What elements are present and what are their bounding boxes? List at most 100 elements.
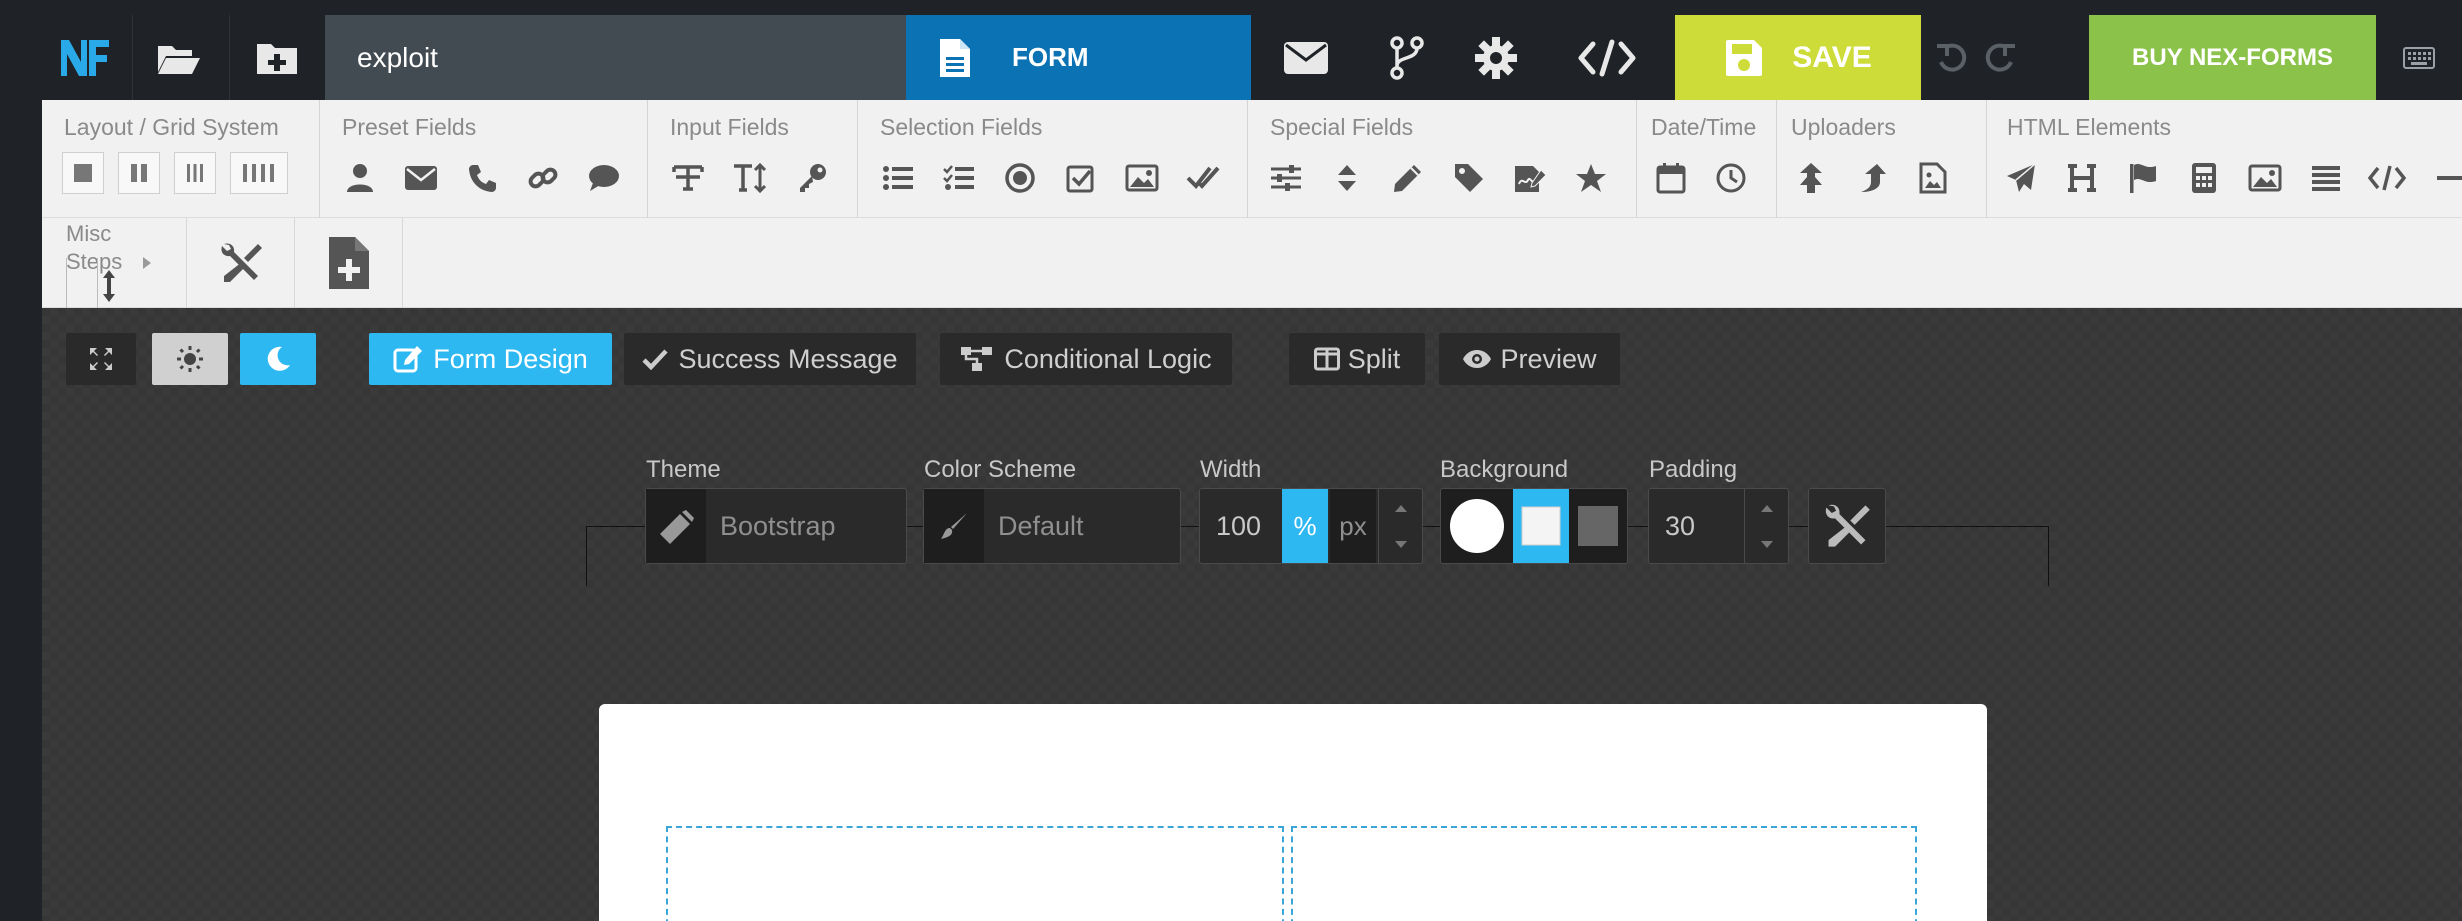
theme-value: Bootstrap (720, 510, 836, 541)
stepper-up-icon[interactable] (1760, 503, 1774, 513)
integrations-button[interactable] (1361, 15, 1453, 100)
add-step-button[interactable] (295, 218, 403, 308)
width-unit-px[interactable]: px (1330, 489, 1376, 563)
keyboard-shortcuts-button[interactable] (2376, 15, 2462, 100)
success-message-button[interactable]: Success Message (624, 333, 916, 385)
background-dark-option[interactable] (1569, 489, 1627, 563)
form-design-button[interactable]: Form Design (369, 333, 612, 385)
double-check-icon[interactable] (1177, 152, 1229, 204)
advanced-settings-button[interactable] (1808, 488, 1886, 564)
checkbox-icon[interactable] (1055, 152, 1107, 204)
grid-3-columns-icon[interactable] (174, 152, 216, 194)
sliders-icon[interactable] (1260, 152, 1312, 204)
picture-icon[interactable] (2239, 152, 2291, 204)
padding-stepper[interactable] (1744, 489, 1788, 563)
theme-select[interactable]: Bootstrap (645, 488, 907, 564)
heading-icon[interactable] (2056, 152, 2108, 204)
text-height-icon[interactable] (724, 152, 776, 204)
width-stepper[interactable] (1378, 489, 1422, 563)
preview-button[interactable]: Preview (1439, 333, 1620, 385)
sun-icon (177, 346, 203, 372)
conditional-logic-button[interactable]: Conditional Logic (940, 333, 1232, 385)
link-icon[interactable] (517, 152, 569, 204)
form-name-field[interactable]: exploit (325, 15, 908, 100)
nexforms-logo[interactable] (40, 15, 130, 100)
padding-input[interactable]: 30 (1648, 488, 1789, 564)
stepper-up-icon[interactable] (1394, 503, 1408, 513)
image-file-icon[interactable] (1907, 152, 1959, 204)
star-rating-icon[interactable] (1565, 152, 1617, 204)
form-column-right[interactable] (1291, 826, 1917, 921)
radio-button-icon[interactable] (994, 152, 1046, 204)
group-selection-fields: Selection Fields (858, 100, 1248, 218)
open-form-button[interactable] (132, 15, 225, 100)
stepper-down-icon[interactable] (1394, 540, 1408, 550)
user-icon[interactable] (334, 152, 386, 204)
group-special-fields: Special Fields (1248, 100, 1637, 218)
pencil-icon[interactable] (1382, 152, 1434, 204)
buy-nexforms-button[interactable]: BUY NEX-FORMS (2089, 15, 2376, 100)
phone-icon[interactable] (456, 152, 508, 204)
dark-mode-button[interactable] (240, 333, 316, 385)
new-form-button[interactable] (229, 15, 323, 100)
light-mode-button[interactable] (152, 333, 228, 385)
wrench-screwdriver-icon (1825, 504, 1870, 547)
theme-label: Theme (646, 456, 721, 483)
calendar-icon[interactable] (1645, 152, 1697, 204)
background-white-option[interactable] (1441, 489, 1513, 563)
key-icon[interactable] (786, 152, 838, 204)
form-column-left[interactable] (666, 826, 1284, 921)
wrench-screwdriver-icon (220, 243, 262, 282)
grid-4-columns-icon[interactable] (230, 152, 288, 194)
multi-upload-icon[interactable] (1785, 152, 1837, 204)
save-button[interactable]: SAVE (1675, 15, 1921, 100)
settings-button[interactable] (1453, 15, 1538, 100)
grid-2-columns-icon[interactable] (118, 152, 160, 194)
tools-button[interactable] (187, 218, 295, 308)
document-icon (940, 38, 970, 77)
moon-icon (267, 346, 290, 371)
embed-code-button[interactable] (1538, 15, 1675, 100)
misc-label-text: Misc (66, 221, 112, 246)
list-icon[interactable] (872, 152, 924, 204)
keyboard-icon (2403, 46, 2435, 69)
color-scheme-select[interactable]: Default (923, 488, 1181, 564)
fullscreen-button[interactable] (66, 333, 136, 385)
field-palette: Layout / Grid System Preset Fields Input… (42, 100, 2462, 218)
checklist-icon[interactable] (933, 152, 985, 204)
stepper-down-icon[interactable] (1760, 540, 1774, 550)
background-light-option[interactable] (1513, 489, 1569, 563)
text-input-icon[interactable] (662, 152, 714, 204)
tag-icon[interactable] (1443, 152, 1495, 204)
calculator-icon[interactable] (2178, 152, 2230, 204)
eye-icon (1463, 350, 1492, 368)
html-code-icon[interactable] (2361, 152, 2413, 204)
undo-icon[interactable] (1935, 42, 1967, 74)
edit-icon (393, 346, 423, 373)
form-preview-area[interactable] (599, 704, 1987, 921)
email-setup-button[interactable] (1251, 15, 1361, 100)
envelope-field-icon[interactable] (395, 152, 447, 204)
width-input[interactable]: 100 % px (1199, 488, 1423, 564)
comment-icon[interactable] (578, 152, 630, 204)
width-unit-percent[interactable]: % (1282, 489, 1328, 563)
redo-icon[interactable] (1985, 42, 2017, 74)
clock-icon[interactable] (1705, 152, 1757, 204)
signature-icon[interactable] (1504, 152, 1556, 204)
split-view-button[interactable]: Split (1289, 333, 1425, 385)
grid-1-column-icon[interactable] (62, 152, 104, 194)
padding-label: Padding (1649, 456, 1738, 483)
image-select-icon[interactable] (1116, 152, 1168, 204)
spinner-icon[interactable] (1321, 152, 1373, 204)
form-builder-canvas: Form Design Success Message Conditional … (42, 308, 2462, 921)
form-tab[interactable]: FORM (906, 15, 1251, 100)
divider-icon[interactable] (2422, 152, 2462, 204)
paragraph-lines-icon[interactable] (2300, 152, 2352, 204)
resize-vertical-icon[interactable] (100, 268, 118, 304)
file-plus-icon (328, 237, 369, 289)
flag-icon[interactable] (2117, 152, 2169, 204)
paper-plane-icon[interactable] (1995, 152, 2047, 204)
caret-right-icon[interactable] (142, 256, 152, 270)
buy-label: BUY NEX-FORMS (2132, 43, 2333, 71)
upload-arrow-icon[interactable] (1846, 152, 1898, 204)
